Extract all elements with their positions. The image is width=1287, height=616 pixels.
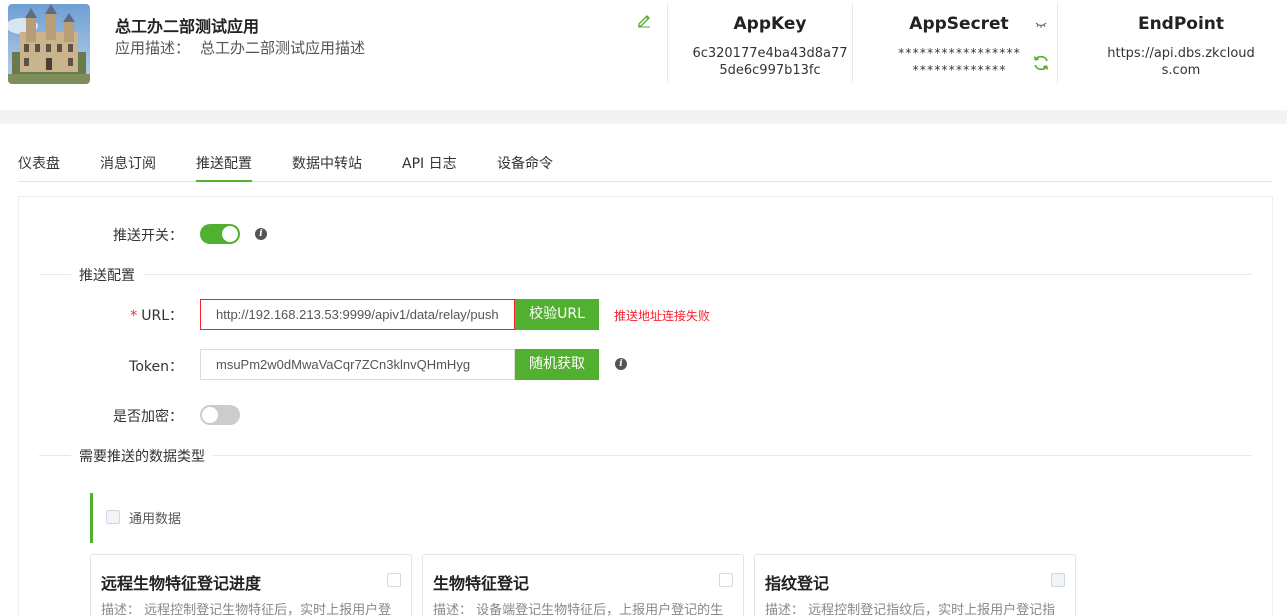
header-separator xyxy=(667,3,668,83)
section-title-data-types: 需要推送的数据类型 xyxy=(71,446,213,466)
general-data-checkbox[interactable] xyxy=(106,510,120,524)
push-switch-toggle[interactable] xyxy=(200,224,240,244)
encrypt-switch-toggle[interactable] xyxy=(200,405,240,425)
appkey-value-line1: 6c320177e4ba43d8a77 xyxy=(692,46,848,61)
appsecret-value-line2: ************* xyxy=(912,63,1006,77)
endpoint-value-line1: https://api.dbs.zkcloud xyxy=(1107,46,1255,61)
verify-url-button[interactable]: 校验URL xyxy=(515,299,599,330)
random-token-button[interactable]: 随机获取 xyxy=(515,349,599,380)
url-label: * URL： xyxy=(79,305,183,325)
section-divider xyxy=(39,274,1252,275)
app-name: 总工办二部测试应用 xyxy=(115,17,260,36)
info-icon[interactable]: i xyxy=(615,358,627,370)
tab-device-command[interactable]: 设备命令 xyxy=(497,153,553,182)
general-data-label: 通用数据 xyxy=(129,512,182,527)
appkey-value[interactable]: 6c320177e4ba43d8a77 5de6c997b13fc xyxy=(690,45,850,79)
app-description: 应用描述： 总工办二部测试应用描述 xyxy=(115,37,365,58)
switch-knob xyxy=(222,226,238,242)
app-description-label: 应用描述： xyxy=(115,39,191,57)
appsecret-block: AppSecret ***************** ************… xyxy=(880,3,1038,83)
card-checkbox[interactable] xyxy=(719,573,733,587)
card-description: 描述： 远程控制登记生物特征后，实时上报用户登 xyxy=(101,603,392,616)
card-title: 远程生物特征登记进度 xyxy=(101,574,262,593)
tab-data-relay[interactable]: 数据中转站 xyxy=(292,153,362,182)
refresh-icon[interactable] xyxy=(1032,54,1050,72)
url-input[interactable]: http://192.168.213.53:9999/apiv1/data/re… xyxy=(200,299,515,330)
eye-closed-icon[interactable] xyxy=(1034,18,1048,28)
url-error-message: 推送地址连接失败 xyxy=(614,309,711,323)
tab-message-subscription[interactable]: 消息订阅 xyxy=(100,153,156,182)
card-title: 指纹登记 xyxy=(765,574,830,593)
appsecret-title: AppSecret xyxy=(909,14,1009,34)
appkey-block: AppKey 6c320177e4ba43d8a77 5de6c997b13fc xyxy=(690,3,850,83)
card-description: 描述： 设备端登记生物特征后，上报用户登记的生 xyxy=(433,603,724,616)
endpoint-value-line2: s.com xyxy=(1161,63,1201,78)
tab-bar: 仪表盘 消息订阅 推送配置 数据中转站 API 日志 设备命令 xyxy=(18,141,1273,182)
appsecret-value: ***************** ************* xyxy=(880,45,1038,79)
header-divider-band xyxy=(0,110,1287,124)
tab-api-log[interactable]: API 日志 xyxy=(402,153,457,182)
tab-push-config[interactable]: 推送配置 xyxy=(196,153,252,182)
tab-dashboard[interactable]: 仪表盘 xyxy=(18,153,60,182)
section-title-push-config: 推送配置 xyxy=(71,265,143,285)
app-description-value: 总工办二部测试应用描述 xyxy=(200,39,366,57)
url-label-text: URL： xyxy=(141,308,183,324)
card-title: 生物特征登记 xyxy=(433,574,530,593)
endpoint-block: EndPoint https://api.dbs.zkcloud s.com xyxy=(1104,3,1258,83)
header-separator xyxy=(1057,3,1058,83)
appkey-title: AppKey xyxy=(733,14,807,34)
app-thumbnail-image xyxy=(8,4,90,84)
push-config-panel: 推送开关： i 推送配置 * URL： http://192.168.213.53… xyxy=(18,196,1273,616)
data-type-card[interactable]: 生物特征登记 描述： 设备端登记生物特征后，上报用户登记的生 xyxy=(422,554,744,616)
data-type-card[interactable]: 远程生物特征登记进度 描述： 远程控制登记生物特征后，实时上报用户登 xyxy=(90,554,412,616)
edit-pencil-icon[interactable] xyxy=(636,12,652,28)
card-checkbox[interactable] xyxy=(1051,573,1065,587)
appsecret-value-line1: ***************** xyxy=(897,46,1021,60)
token-label: Token： xyxy=(129,359,183,375)
header-separator xyxy=(852,3,853,83)
required-asterisk: * xyxy=(130,308,138,324)
endpoint-value[interactable]: https://api.dbs.zkcloud s.com xyxy=(1104,45,1258,79)
data-group-general: 通用数据 xyxy=(90,493,1255,543)
appkey-value-line2: 5de6c997b13fc xyxy=(719,63,821,78)
info-icon[interactable]: i xyxy=(255,228,267,240)
section-divider xyxy=(39,455,1252,456)
switch-knob xyxy=(202,407,218,423)
endpoint-title: EndPoint xyxy=(1137,14,1225,34)
encrypt-label: 是否加密： xyxy=(113,409,183,425)
data-type-card[interactable]: 指纹登记 描述： 远程控制登记指纹后，实时上报用户登记指 xyxy=(754,554,1076,616)
card-checkbox[interactable] xyxy=(387,573,401,587)
app-header: 总工办二部测试应用 应用描述： 总工办二部测试应用描述 AppKey 6c3201… xyxy=(0,0,1287,110)
token-input[interactable]: msuPm2w0dMwaVaCqr7ZCn3klnvQHmHyg xyxy=(200,349,515,380)
push-switch-label: 推送开关： xyxy=(113,228,183,244)
card-description: 描述： 远程控制登记指纹后，实时上报用户登记指 xyxy=(765,603,1056,616)
